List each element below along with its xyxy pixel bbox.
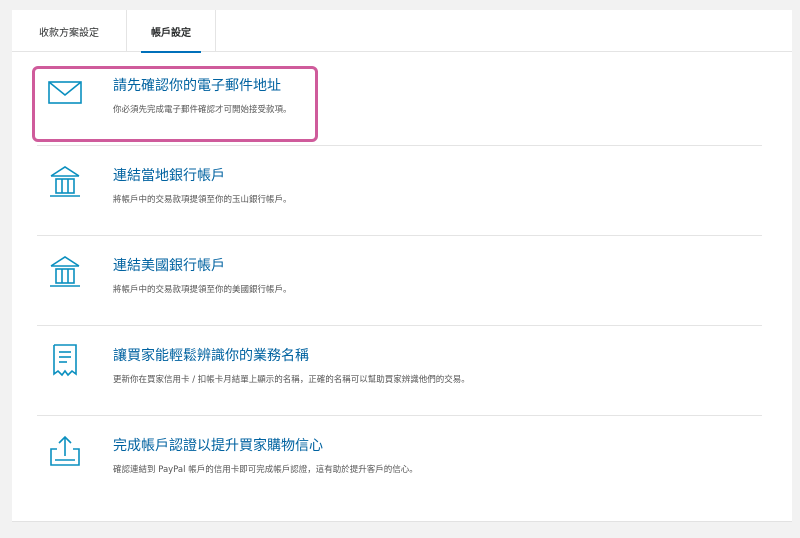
list-item-confirm-email[interactable]: 請先確認你的電子郵件地址 你必須先完成電子郵件確認才可開始接受款項。	[37, 56, 762, 146]
list-item-link-local-bank[interactable]: 連結當地銀行帳戶 將帳戶中的交易款項提領至你的玉山銀行帳戶。	[37, 146, 762, 236]
tab-payment-settings[interactable]: 收款方案設定	[12, 10, 126, 52]
item-title[interactable]: 完成帳戶認證以提升買家購物信心	[113, 435, 323, 455]
tab-bar: 收款方案設定 帳戶設定	[12, 10, 792, 53]
active-tab-indicator	[141, 51, 201, 53]
item-description: 將帳戶中的交易款項提領至你的玉山銀行帳戶。	[113, 195, 292, 205]
bank-icon	[48, 163, 82, 199]
item-title[interactable]: 請先確認你的電子郵件地址	[113, 75, 281, 95]
bank-icon	[48, 253, 82, 289]
item-description: 將帳戶中的交易款項提領至你的美國銀行帳戶。	[113, 285, 292, 295]
item-description: 更新你在買家信用卡 / 扣帳卡月結單上顯示的名稱，正確的名稱可以幫助買家辨識他們…	[113, 375, 470, 385]
envelope-icon	[48, 73, 82, 109]
item-description: 你必須先完成電子郵件確認才可開始接受款項。	[113, 105, 292, 115]
tab-label: 收款方案設定	[39, 27, 99, 39]
tab-label: 帳戶設定	[151, 27, 191, 39]
list-item-link-us-bank[interactable]: 連結美國銀行帳戶 將帳戶中的交易款項提領至你的美國銀行帳戶。	[37, 236, 762, 326]
item-title[interactable]: 讓買家能輕鬆辨識你的業務名稱	[113, 345, 309, 365]
list-item-verify-account[interactable]: 完成帳戶認證以提升買家購物信心 確認連結到 PayPal 帳戶的信用卡即可完成帳…	[37, 416, 762, 506]
account-settings-card: 收款方案設定 帳戶設定 請先確認你的電子郵件地址 你必須先完成電子郵件確認才可開…	[12, 10, 792, 522]
upload-box-icon	[48, 433, 82, 469]
item-title[interactable]: 連結當地銀行帳戶	[113, 165, 225, 185]
list-item-business-name[interactable]: 讓買家能輕鬆辨識你的業務名稱 更新你在買家信用卡 / 扣帳卡月結單上顯示的名稱，…	[37, 326, 762, 416]
item-title[interactable]: 連結美國銀行帳戶	[113, 255, 225, 275]
tab-account-settings[interactable]: 帳戶設定	[126, 10, 216, 53]
item-description: 確認連結到 PayPal 帳戶的信用卡即可完成帳戶認證，這有助於提升客戶的信心。	[113, 465, 418, 475]
receipt-icon	[48, 343, 82, 379]
